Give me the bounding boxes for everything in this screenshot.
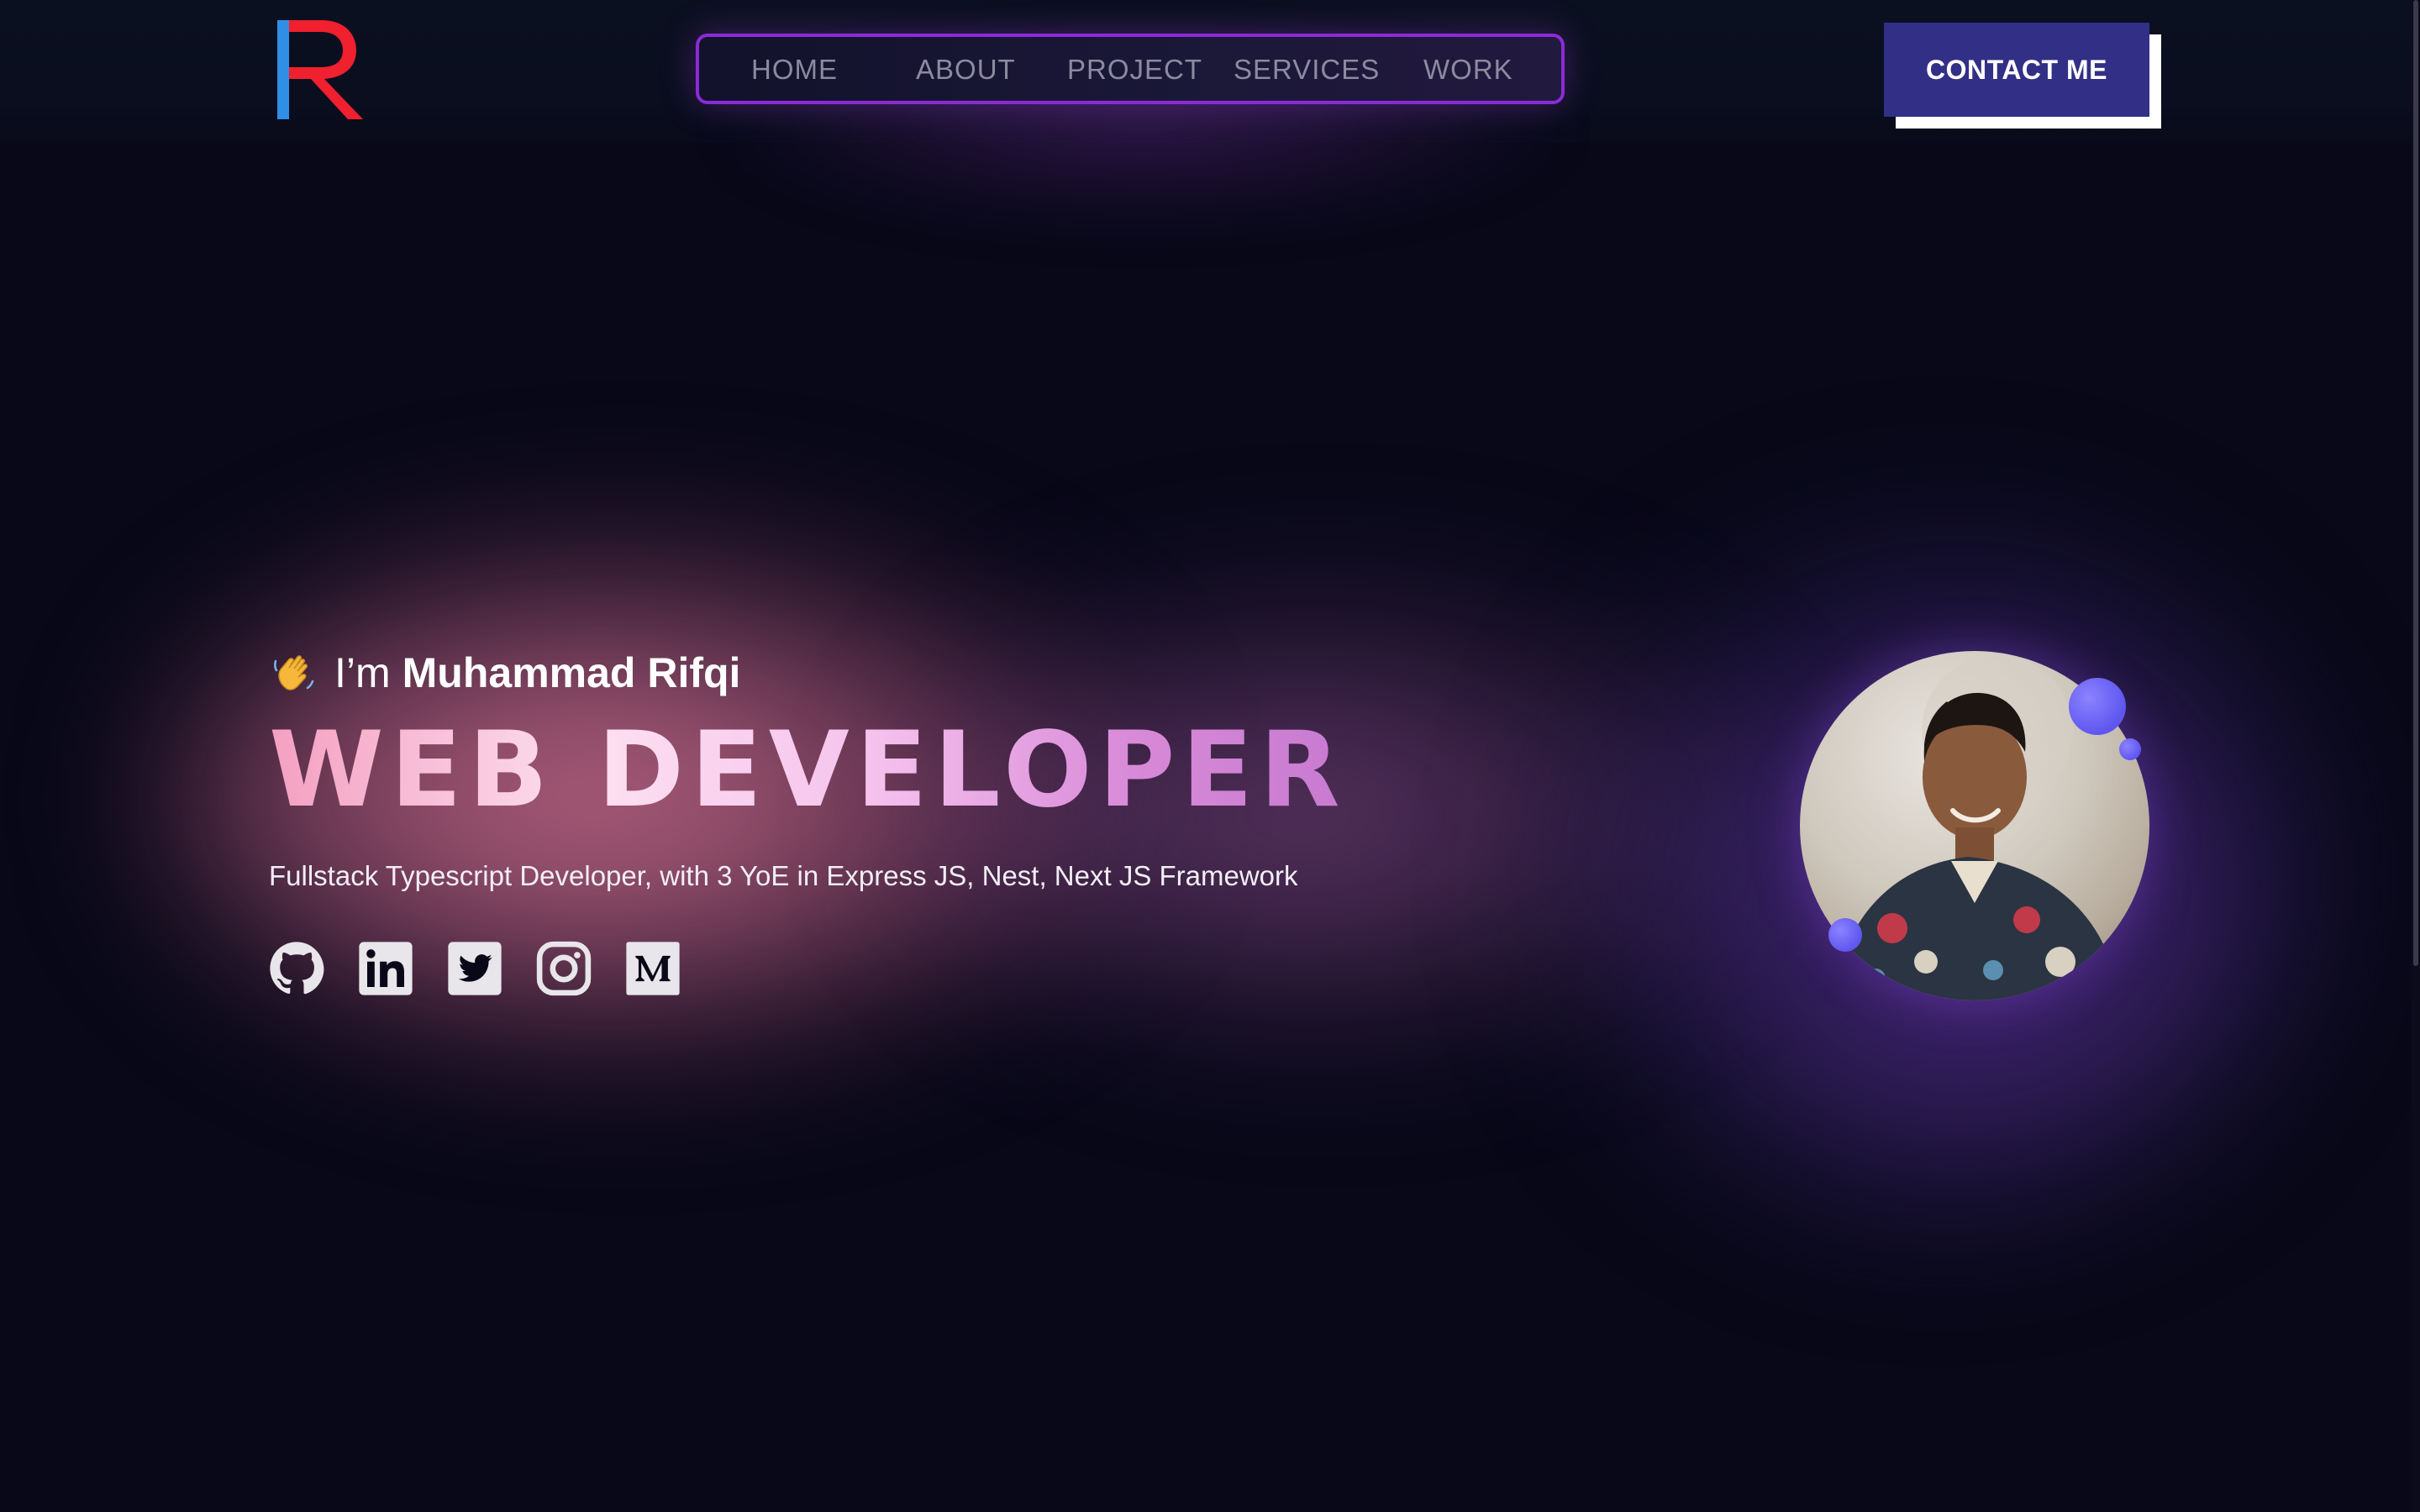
decor-bubble-small	[2119, 738, 2141, 760]
main-nav: HOME ABOUT PROJECT SERVICES WORK	[696, 34, 1565, 104]
linkedin-icon	[359, 942, 413, 995]
developer-name: Muhammad Rifqi	[402, 649, 741, 696]
github-icon	[270, 942, 324, 995]
greeting: I’m Muhammad Rifqi	[271, 648, 740, 697]
decor-bubble-large	[2069, 678, 2126, 735]
logo-r-icon	[277, 20, 363, 119]
decor-bubble-left	[1828, 918, 1862, 952]
contact-me-button[interactable]: CONTACT ME	[1884, 23, 2149, 117]
logo[interactable]	[277, 17, 370, 123]
profile-photo-wrap	[1800, 651, 2149, 1000]
twitter-link[interactable]	[447, 941, 502, 996]
portfolio-page: HOME ABOUT PROJECT SERVICES WORK CONTACT…	[0, 0, 2420, 1512]
medium-icon	[626, 942, 680, 995]
site-header: HOME ABOUT PROJECT SERVICES WORK CONTACT…	[0, 0, 2420, 218]
medium-link[interactable]	[625, 941, 681, 996]
greeting-prefix: I’m	[334, 649, 391, 696]
instagram-link[interactable]	[536, 941, 592, 996]
nav-item-about[interactable]: ABOUT	[916, 54, 1016, 86]
hero-headline: WEB DEVELOPER	[269, 710, 1347, 831]
scrollbar[interactable]	[2412, 0, 2420, 1512]
nav-item-work[interactable]: WORK	[1423, 54, 1513, 86]
waving-hand-icon	[274, 655, 314, 690]
instagram-icon	[536, 941, 592, 996]
hero-subtitle: Fullstack Typescript Developer, with 3 Y…	[269, 860, 1298, 891]
contact-button-wrap: CONTACT ME	[1884, 23, 2161, 129]
nav-item-project[interactable]: PROJECT	[1067, 54, 1202, 86]
twitter-icon	[448, 942, 502, 995]
social-links	[269, 941, 681, 1001]
nav-item-services[interactable]: SERVICES	[1234, 54, 1380, 86]
linkedin-link[interactable]	[358, 941, 413, 996]
nav-item-home[interactable]: HOME	[751, 54, 838, 86]
github-link[interactable]	[269, 941, 324, 996]
scrollbar-thumb[interactable]	[2413, 0, 2418, 966]
